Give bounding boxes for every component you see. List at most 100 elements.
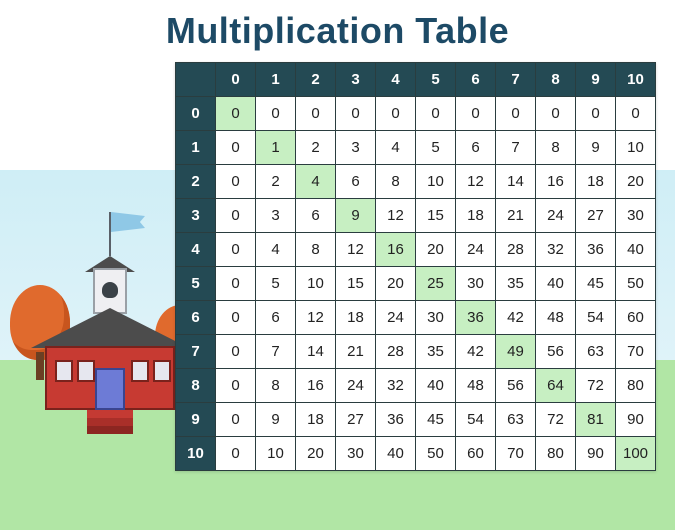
table-corner	[176, 63, 216, 97]
table-cell: 54	[456, 403, 496, 437]
bell-icon	[102, 282, 118, 298]
table-cell: 20	[416, 233, 456, 267]
table-cell: 24	[536, 199, 576, 233]
row-header: 4	[176, 233, 216, 267]
table-cell: 80	[536, 437, 576, 471]
table-cell: 24	[336, 369, 376, 403]
table-cell: 40	[536, 267, 576, 301]
table-cell: 3	[256, 199, 296, 233]
table-cell: 10	[616, 131, 656, 165]
table-cell: 16	[296, 369, 336, 403]
table-cell: 10	[256, 437, 296, 471]
table-cell: 35	[496, 267, 536, 301]
table-cell: 49	[496, 335, 536, 369]
table-cell: 8	[536, 131, 576, 165]
table-row: 808162432404856647280	[176, 369, 656, 403]
table-cell: 0	[296, 97, 336, 131]
table-cell: 16	[376, 233, 416, 267]
table-row: 606121824303642485460	[176, 301, 656, 335]
table-cell: 4	[256, 233, 296, 267]
table-cell: 27	[576, 199, 616, 233]
table-cell: 72	[576, 369, 616, 403]
table-cell: 60	[616, 301, 656, 335]
col-header: 6	[456, 63, 496, 97]
col-header: 7	[496, 63, 536, 97]
table-cell: 12	[456, 165, 496, 199]
col-header: 2	[296, 63, 336, 97]
table-cell: 42	[456, 335, 496, 369]
table-cell: 0	[536, 97, 576, 131]
table-cell: 5	[416, 131, 456, 165]
table-row: 909182736455463728190	[176, 403, 656, 437]
table-cell: 72	[536, 403, 576, 437]
table-cell: 0	[416, 97, 456, 131]
table-cell: 12	[296, 301, 336, 335]
table-cell: 9	[576, 131, 616, 165]
table-cell: 45	[416, 403, 456, 437]
table-cell: 0	[216, 437, 256, 471]
table-cell: 25	[416, 267, 456, 301]
table-cell: 6	[456, 131, 496, 165]
table-cell: 9	[256, 403, 296, 437]
table-cell: 0	[216, 199, 256, 233]
table-cell: 63	[496, 403, 536, 437]
table-row: 1012345678910	[176, 131, 656, 165]
table-cell: 24	[456, 233, 496, 267]
table-cell: 0	[216, 335, 256, 369]
table-cell: 12	[376, 199, 416, 233]
table-cell: 8	[296, 233, 336, 267]
row-header: 0	[176, 97, 216, 131]
table-cell: 21	[336, 335, 376, 369]
table-cell: 0	[576, 97, 616, 131]
col-header: 8	[536, 63, 576, 97]
col-header: 1	[256, 63, 296, 97]
table-row: 202468101214161820	[176, 165, 656, 199]
row-header: 5	[176, 267, 216, 301]
table-cell: 20	[376, 267, 416, 301]
table-cell: 12	[336, 233, 376, 267]
table-cell: 0	[216, 403, 256, 437]
table-cell: 0	[336, 97, 376, 131]
table-cell: 21	[496, 199, 536, 233]
table-cell: 40	[416, 369, 456, 403]
table-cell: 30	[616, 199, 656, 233]
table-cell: 24	[376, 301, 416, 335]
row-header: 1	[176, 131, 216, 165]
table-cell: 18	[456, 199, 496, 233]
table-row: 40481216202428323640	[176, 233, 656, 267]
col-header: 4	[376, 63, 416, 97]
table-cell: 18	[576, 165, 616, 199]
table-cell: 28	[496, 233, 536, 267]
table-cell: 20	[296, 437, 336, 471]
table-cell: 42	[496, 301, 536, 335]
table-cell: 36	[376, 403, 416, 437]
table-cell: 2	[296, 131, 336, 165]
table-cell: 15	[336, 267, 376, 301]
schoolhouse-icon	[35, 260, 185, 410]
table-cell: 40	[616, 233, 656, 267]
table-cell: 14	[496, 165, 536, 199]
table-cell: 48	[456, 369, 496, 403]
row-header: 6	[176, 301, 216, 335]
table-cell: 7	[256, 335, 296, 369]
table-cell: 20	[616, 165, 656, 199]
table-cell: 5	[256, 267, 296, 301]
table-cell: 90	[616, 403, 656, 437]
table-cell: 0	[216, 165, 256, 199]
table-cell: 100	[616, 437, 656, 471]
row-header: 2	[176, 165, 216, 199]
table-cell: 70	[616, 335, 656, 369]
table-cell: 18	[336, 301, 376, 335]
table-cell: 32	[536, 233, 576, 267]
table-cell: 28	[376, 335, 416, 369]
table-cell: 8	[256, 369, 296, 403]
table-cell: 50	[416, 437, 456, 471]
table-cell: 30	[416, 301, 456, 335]
table-cell: 54	[576, 301, 616, 335]
table-cell: 50	[616, 267, 656, 301]
table-cell: 0	[216, 131, 256, 165]
table-cell: 40	[376, 437, 416, 471]
table-cell: 18	[296, 403, 336, 437]
table-cell: 0	[216, 369, 256, 403]
col-header: 0	[216, 63, 256, 97]
